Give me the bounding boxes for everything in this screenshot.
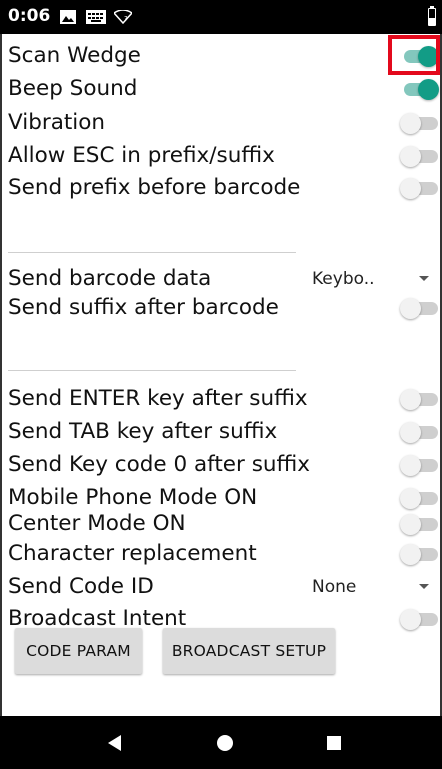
setting-beep-sound: Beep Sound [8, 73, 440, 105]
dropdown-arrow-icon [419, 276, 429, 281]
setting-send-prefix: Send prefix before barcode [8, 172, 440, 204]
setting-send-enter: Send ENTER key after suffix [8, 383, 440, 415]
setting-scan-wedge: Scan Wedge [8, 40, 440, 72]
setting-send-barcode-data: Send barcode data Keybo.. [8, 263, 440, 295]
setting-send-suffix: Send suffix after barcode [8, 292, 440, 324]
send-enter-label: Send ENTER key after suffix [8, 386, 308, 411]
vibration-label: Vibration [8, 110, 106, 135]
send-code-id-dropdown[interactable]: None [312, 571, 437, 603]
allow-esc-switch[interactable] [400, 146, 440, 167]
broadcast-intent-switch[interactable] [400, 609, 440, 630]
send-prefix-label: Send prefix before barcode [8, 175, 301, 200]
send-enter-switch[interactable] [400, 389, 440, 410]
char-replacement-switch[interactable] [400, 544, 440, 565]
send-code-id-label: Send Code ID [8, 574, 154, 599]
beep-sound-label: Beep Sound [8, 76, 138, 101]
broadcast-setup-button[interactable]: BROADCAST SETUP [163, 628, 335, 674]
mobile-phone-mode-switch[interactable] [400, 488, 440, 509]
allow-esc-label: Allow ESC in prefix/suffix [8, 143, 275, 168]
send-suffix-switch[interactable] [400, 298, 440, 319]
recent-apps-icon[interactable] [327, 736, 341, 750]
code-param-button[interactable]: CODE PARAM [15, 628, 142, 674]
center-mode-label: Center Mode ON [8, 511, 186, 536]
scan-wedge-label: Scan Wedge [8, 43, 141, 68]
send-tab-switch[interactable] [400, 422, 440, 443]
image-icon [60, 10, 76, 24]
highlight-box [388, 35, 440, 75]
char-replacement-label: Character replacement [8, 541, 257, 566]
home-icon[interactable] [217, 735, 233, 751]
send-barcode-data-label: Send barcode data [8, 266, 212, 291]
status-bar: 0:06 ? [0, 0, 442, 34]
send-keycode0-switch[interactable] [400, 455, 440, 476]
section-divider [8, 370, 296, 371]
setting-send-tab: Send TAB key after suffix [8, 416, 440, 448]
center-mode-switch[interactable] [400, 514, 440, 535]
scan-settings-panel: Scan Wedge Beep Sound Vibration Allow ES… [0, 34, 442, 716]
dropdown-arrow-icon [419, 584, 429, 589]
send-keycode0-label: Send Key code 0 after suffix [8, 452, 311, 477]
send-tab-label: Send TAB key after suffix [8, 419, 278, 444]
send-barcode-data-value: Keybo.. [312, 269, 375, 289]
status-time: 0:06 [8, 6, 51, 26]
battery-icon [428, 6, 436, 26]
back-icon[interactable] [108, 735, 121, 751]
setting-vibration: Vibration [8, 107, 440, 139]
send-barcode-data-dropdown[interactable]: Keybo.. [312, 263, 437, 295]
section-divider [8, 252, 296, 253]
setting-center-mode: Center Mode ON [8, 508, 440, 540]
setting-char-replacement: Character replacement [8, 538, 440, 570]
setting-send-keycode0: Send Key code 0 after suffix [8, 449, 440, 481]
keyboard-icon [86, 10, 106, 24]
setting-send-code-id: Send Code ID None [8, 571, 440, 603]
vibration-switch[interactable] [400, 113, 440, 134]
send-code-id-value: None [312, 577, 357, 597]
send-suffix-label: Send suffix after barcode [8, 295, 279, 320]
setting-allow-esc: Allow ESC in prefix/suffix [8, 140, 440, 172]
send-prefix-switch[interactable] [400, 178, 440, 199]
svg-text:?: ? [124, 15, 128, 23]
beep-sound-switch[interactable] [400, 79, 440, 100]
wifi-icon: ? [114, 10, 132, 24]
navigation-bar [0, 716, 442, 769]
